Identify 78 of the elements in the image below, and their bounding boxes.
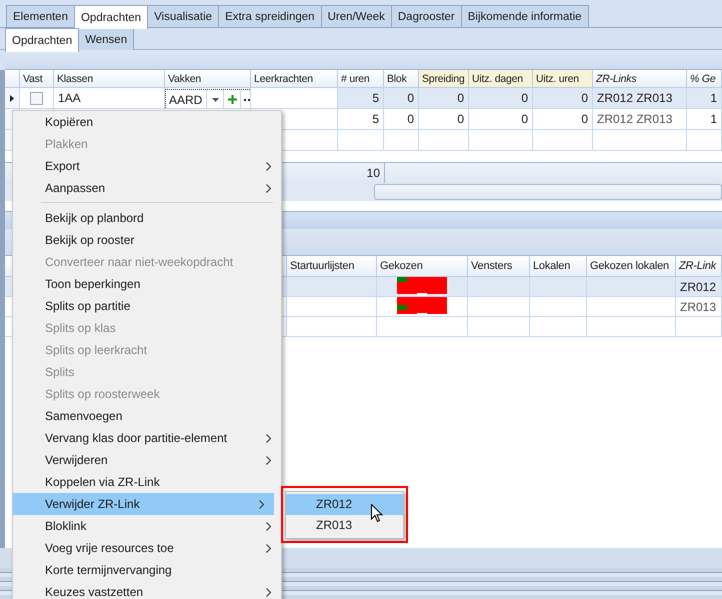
column-header[interactable]: Vensters <box>468 256 530 278</box>
checkbox[interactable] <box>30 92 43 105</box>
header-corner <box>5 70 20 88</box>
scrollbar-thumb[interactable] <box>374 184 722 200</box>
column-header[interactable]: # uren <box>338 70 384 88</box>
table-cell: 0 <box>384 109 419 130</box>
column-header[interactable]: Startuurlijsten <box>287 256 377 278</box>
column-header[interactable]: Spreiding <box>419 70 469 88</box>
table-cell: 5 <box>338 88 384 110</box>
column-header[interactable]: Uitz. uren <box>533 70 593 88</box>
chevron-right-icon <box>259 500 264 508</box>
tab[interactable]: Opdrachten <box>74 5 148 29</box>
menu-item[interactable]: Korte termijnvervanging <box>13 559 281 581</box>
tab[interactable]: Uren/Week <box>320 5 392 27</box>
subtab[interactable]: Opdrachten <box>5 28 80 52</box>
caret-icon <box>212 98 218 102</box>
menu-item[interactable]: Keuzes vastzetten <box>13 581 281 599</box>
column-header[interactable]: ZR-Link <box>676 256 722 278</box>
menu-item[interactable]: Bloklink <box>13 515 281 537</box>
table-cell: 0 <box>419 109 469 130</box>
gekozen-drawing <box>397 277 447 296</box>
table-cell: 0 <box>384 88 419 110</box>
column-header[interactable]: Gekozen <box>377 256 468 278</box>
table-cell: ZR012 ZR013 <box>593 88 687 110</box>
column-header[interactable]: Vakken <box>165 70 251 88</box>
table-cell: 0 <box>419 88 469 110</box>
tab[interactable]: Elementen <box>6 5 75 27</box>
column-header[interactable]: Lokalen <box>530 256 587 278</box>
column-header[interactable]: Klassen <box>54 70 165 88</box>
table-cell: 5 <box>338 109 384 130</box>
menu-item[interactable]: Toon beperkingen <box>13 273 281 295</box>
more-icon[interactable] <box>244 98 250 101</box>
tab[interactable]: Bijkomende informatie <box>460 5 589 27</box>
table-cell: ZR012 ZR013 <box>593 109 687 130</box>
table-cell: ZR013 <box>676 297 722 318</box>
menu-item[interactable]: Bekijk op rooster <box>13 229 281 251</box>
table-cell: 0 <box>533 88 593 110</box>
column-header[interactable]: % Ge <box>687 70 722 88</box>
menu-item[interactable]: Koppelen via ZR-Link <box>13 471 281 493</box>
chevron-right-icon <box>266 588 271 596</box>
column-header[interactable]: Blok <box>384 70 419 88</box>
menu-item[interactable]: Bekijk op planbord <box>13 207 281 229</box>
table-cell: 0 <box>469 109 533 130</box>
chevron-right-icon <box>266 162 271 170</box>
chevron-right-icon <box>266 522 271 530</box>
menu-item[interactable]: Samenvoegen <box>13 405 281 427</box>
menu-item[interactable]: Vervang klas door partitie-element <box>13 427 281 449</box>
cursor-icon <box>371 504 383 523</box>
tab[interactable]: Dagrooster <box>390 5 462 27</box>
table-cell: 1 <box>687 88 722 110</box>
table-cell: 1AA <box>54 88 165 110</box>
column-header[interactable]: ZR-Links <box>593 70 687 88</box>
column-header[interactable]: Leerkrachten <box>251 70 338 88</box>
table-cell: 0 <box>469 88 533 110</box>
chevron-right-icon <box>266 544 271 552</box>
chevron-right-icon <box>266 456 271 464</box>
column-header[interactable]: Uitz. dagen <box>469 70 533 88</box>
row-pointer-icon <box>10 94 14 102</box>
menu-item[interactable]: Kopiëren <box>13 111 281 133</box>
menu-item[interactable]: ZR012 <box>286 494 403 514</box>
chevron-right-icon <box>266 184 271 192</box>
vakken-field[interactable]: AARD <box>165 89 250 108</box>
menu-item[interactable]: Voeg vrije resources toe <box>13 537 281 559</box>
row-header[interactable] <box>5 88 20 110</box>
column-header[interactable]: Vast <box>20 70 54 88</box>
chevron-right-icon <box>266 434 271 442</box>
subtab[interactable]: Wensen <box>78 28 134 50</box>
menu-item[interactable]: Verwijderen <box>13 449 281 471</box>
menu-item[interactable]: ZR013 <box>286 514 403 536</box>
column-header[interactable]: Gekozen lokalen <box>587 256 676 278</box>
menu-item[interactable]: Verwijder ZR-Link <box>13 493 274 515</box>
plus-icon[interactable] <box>228 95 236 104</box>
tab[interactable]: Extra spreidingen <box>218 5 322 27</box>
table-cell: 1 <box>687 109 722 130</box>
table-cell: 0 <box>533 109 593 130</box>
table-cell: ZR012 <box>676 277 722 298</box>
tab[interactable]: Visualisatie <box>147 5 220 27</box>
menu-item[interactable]: Splits op partitie <box>13 295 281 317</box>
